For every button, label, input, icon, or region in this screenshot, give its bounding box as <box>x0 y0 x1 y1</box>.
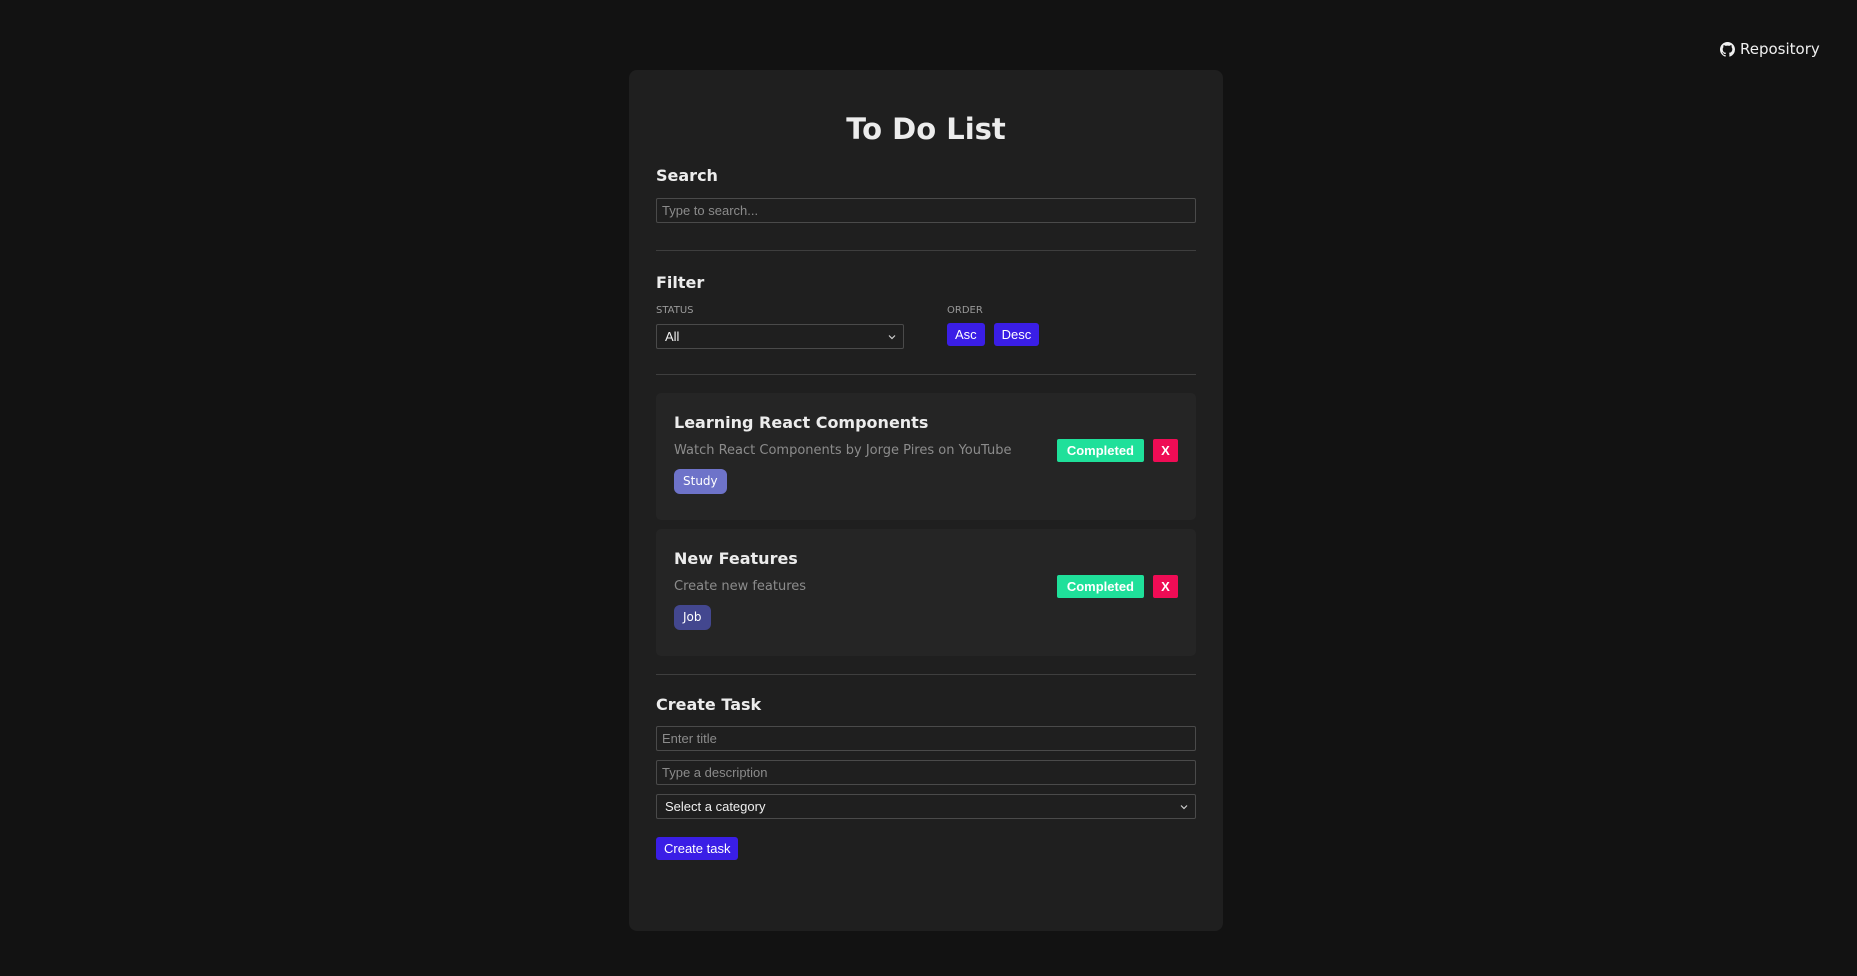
status-label: STATUS <box>656 305 694 316</box>
category-select[interactable]: Select a category <box>656 794 1196 819</box>
create-task-title: Create Task <box>656 695 762 714</box>
category-tag: Job <box>674 605 711 630</box>
chevron-down-icon <box>1180 805 1188 810</box>
divider <box>656 374 1196 375</box>
todo-title: Learning React Components <box>674 413 929 432</box>
status-filter-group: STATUS All <box>656 304 947 349</box>
github-icon <box>1720 41 1735 57</box>
todo-app-card: To Do List Search Filter STATUS All ORDE… <box>629 70 1223 931</box>
todo-item: New Features Create new features Job Com… <box>656 529 1196 656</box>
repository-label: Repository <box>1740 40 1820 58</box>
complete-button[interactable]: Completed <box>1056 439 1144 462</box>
order-label: ORDER <box>947 305 983 316</box>
todo-list: Learning React Components Watch React Co… <box>656 393 1196 656</box>
todo-title: New Features <box>674 549 798 568</box>
desc-button[interactable]: Desc <box>993 323 1040 346</box>
order-filter-group: ORDER Asc Desc <box>947 304 1040 349</box>
remove-button[interactable]: X <box>1153 575 1178 598</box>
remove-button[interactable]: X <box>1153 439 1178 462</box>
todo-actions: Completed X <box>1056 439 1178 462</box>
search-input[interactable] <box>656 198 1196 223</box>
category-tag: Study <box>674 469 727 494</box>
create-task-button[interactable]: Create task <box>656 837 739 860</box>
search-title: Search <box>656 166 718 185</box>
status-select-value: All <box>665 329 680 344</box>
divider <box>656 674 1196 675</box>
asc-button[interactable]: Asc <box>947 323 985 346</box>
app-title: To Do List <box>846 112 1006 146</box>
divider <box>656 250 1196 251</box>
todo-item: Learning React Components Watch React Co… <box>656 393 1196 520</box>
filter-row: STATUS All ORDER Asc Desc <box>656 304 1196 349</box>
status-select[interactable]: All <box>656 324 904 349</box>
category-select-value: Select a category <box>665 799 766 814</box>
filter-title: Filter <box>656 273 705 292</box>
description-input[interactable] <box>656 760 1196 785</box>
order-buttons: Asc Desc <box>947 323 1040 346</box>
todo-actions: Completed X <box>1056 575 1178 598</box>
title-input[interactable] <box>656 726 1196 751</box>
chevron-down-icon <box>888 335 896 340</box>
repository-link[interactable]: Repository <box>1720 40 1820 58</box>
complete-button[interactable]: Completed <box>1056 575 1144 598</box>
